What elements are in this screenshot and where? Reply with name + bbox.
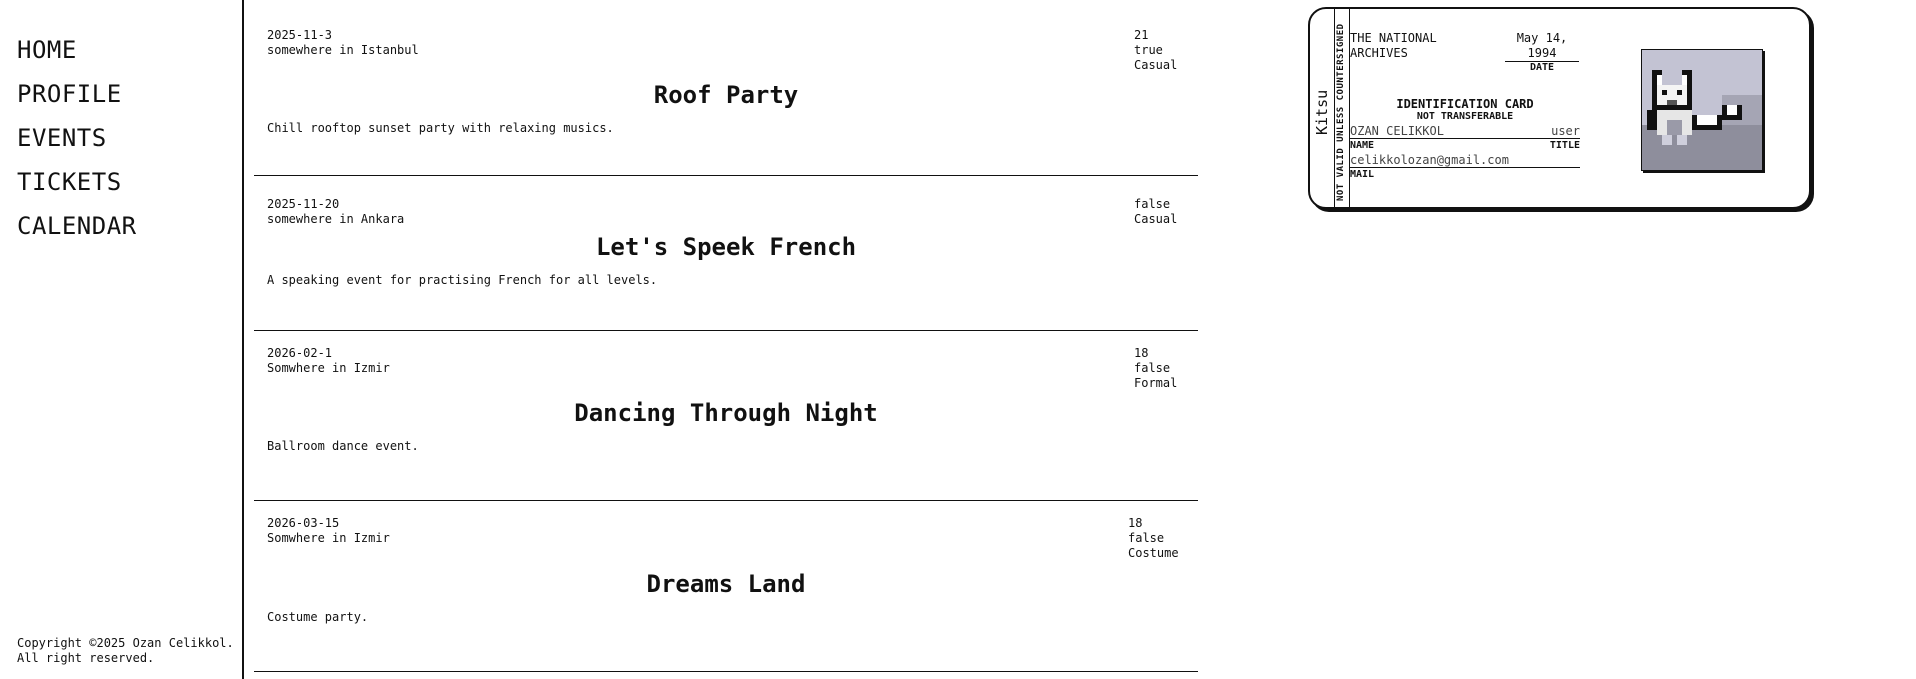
event-dress: Formal — [1134, 376, 1178, 390]
event-description: Chill rooftop sunset party with relaxing… — [267, 121, 614, 135]
event-title[interactable]: Dreams Land — [254, 570, 1198, 598]
id-card: Kitsu NOT VALID UNLESS COUNTERSIGNED THE… — [1308, 7, 1811, 209]
event-card[interactable]: 2025-11-20 somewhere in Ankara false Cas… — [254, 176, 1198, 331]
event-location: somewhere in Ankara — [267, 212, 405, 226]
event-date: 2026-02-1 — [267, 346, 333, 360]
event-flag: false — [1134, 361, 1171, 375]
event-age: 18 — [1128, 516, 1143, 530]
event-title[interactable]: Roof Party — [254, 81, 1198, 109]
event-date: 2025-11-20 — [267, 197, 340, 211]
event-title[interactable]: Let's Speek French — [254, 233, 1198, 261]
event-dress: Casual — [1134, 212, 1178, 226]
event-description: A speaking event for practising French f… — [267, 273, 658, 287]
event-flag: false — [1134, 197, 1171, 211]
event-dress: Casual — [1134, 58, 1178, 72]
event-description: Costume party. — [267, 610, 369, 624]
nav-item-events[interactable]: EVENTS — [17, 116, 137, 160]
nav-item-home[interactable]: HOME — [17, 28, 137, 72]
event-location: somewhere in Istanbul — [267, 43, 419, 57]
events-list: 2025-11-3 somewhere in Istanbul 21 true … — [254, 7, 1198, 672]
event-meta: false Casual — [1134, 197, 1186, 227]
card-title-label: TITLE — [1549, 140, 1580, 151]
card-mail-label: MAIL — [1350, 169, 1375, 180]
event-meta: 21 true Casual — [1134, 28, 1186, 73]
card-name-field: OZAN CELIKKOL user — [1350, 124, 1580, 139]
event-description: Ballroom dance event. — [267, 439, 419, 453]
event-card[interactable]: 2025-11-3 somewhere in Istanbul 21 true … — [254, 7, 1198, 176]
card-name-label: NAME — [1350, 140, 1375, 151]
card-strip-text: NOT VALID UNLESS COUNTERSIGNED — [1336, 23, 1346, 201]
copyright-text: Copyright ©2025 Ozan Celikkol. All right… — [17, 636, 234, 665]
event-flag: true — [1134, 43, 1163, 57]
card-date-value: May 14, 1994 — [1505, 31, 1579, 62]
event-card[interactable]: 2026-03-15 Somwhere in Izmir 18 false Co… — [254, 501, 1198, 672]
card-subtitle: NOT TRANSFERABLE — [1416, 111, 1514, 122]
event-title[interactable]: Dancing Through Night — [254, 399, 1198, 427]
event-location: Somwhere in Izmir — [267, 361, 390, 375]
card-title-value: user — [1551, 124, 1580, 138]
card-mail-value: celikkolozan@gmail.com — [1350, 153, 1580, 168]
card-name-labels: NAME TITLE — [1350, 140, 1580, 151]
nav-item-tickets[interactable]: TICKETS — [17, 160, 137, 204]
event-date: 2026-03-15 — [267, 516, 340, 530]
event-location: Somwhere in Izmir — [267, 531, 390, 545]
event-age: 21 — [1134, 28, 1149, 42]
nav-item-profile[interactable]: PROFILE — [17, 72, 137, 116]
event-age: 18 — [1134, 346, 1149, 360]
sidebar: HOME PROFILE EVENTS TICKETS CALENDAR Cop… — [0, 0, 244, 679]
main-nav: HOME PROFILE EVENTS TICKETS CALENDAR — [17, 28, 137, 248]
event-dress: Costume — [1128, 546, 1179, 560]
photo-svg — [1642, 50, 1762, 170]
card-date-label: DATE — [1529, 62, 1555, 73]
event-meta: 18 false Costume — [1128, 516, 1186, 561]
card-brand: Kitsu — [1313, 89, 1331, 135]
pixel-fox-icon — [1641, 49, 1763, 171]
card-agency: THE NATIONAL ARCHIVES — [1350, 31, 1437, 60]
event-flag: false — [1128, 531, 1165, 545]
card-title: IDENTIFICATION CARD — [1396, 97, 1534, 111]
event-card[interactable]: 2026-02-1 Somwhere in Izmir 18 false For… — [254, 331, 1198, 501]
nav-item-calendar[interactable]: CALENDAR — [17, 204, 137, 248]
event-meta: 18 false Formal — [1134, 346, 1186, 391]
card-name-value: OZAN CELIKKOL — [1350, 124, 1444, 138]
event-date: 2025-11-3 — [267, 28, 333, 42]
